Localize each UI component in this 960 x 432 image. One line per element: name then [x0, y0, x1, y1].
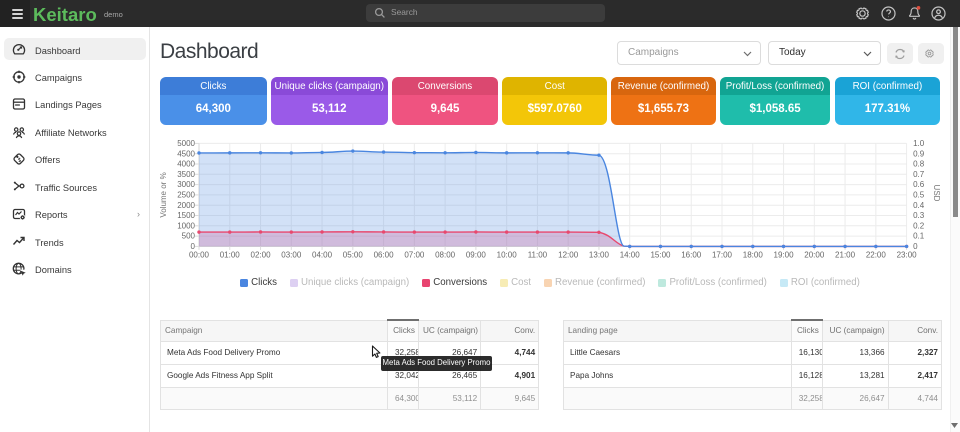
svg-text:07:00: 07:00 [404, 250, 425, 259]
svg-text:06:00: 06:00 [374, 250, 395, 259]
svg-text:2500: 2500 [177, 191, 195, 200]
svg-text:01:00: 01:00 [220, 250, 241, 259]
svg-text:05:00: 05:00 [343, 250, 364, 259]
svg-text:2000: 2000 [177, 201, 195, 210]
svg-text:08:00: 08:00 [435, 250, 456, 259]
svg-text:0.9: 0.9 [913, 149, 925, 158]
svg-text:0.1: 0.1 [913, 232, 925, 241]
svg-text:5000: 5000 [177, 139, 195, 148]
svg-text:0.6: 0.6 [913, 180, 925, 189]
svg-text:0.8: 0.8 [913, 160, 925, 169]
svg-text:02:00: 02:00 [251, 250, 272, 259]
svg-text:04:00: 04:00 [312, 250, 333, 259]
svg-text:0.4: 0.4 [913, 201, 925, 210]
svg-text:4500: 4500 [177, 149, 195, 158]
svg-text:0.5: 0.5 [913, 191, 925, 200]
svg-text:19:00: 19:00 [774, 250, 795, 259]
svg-text:3000: 3000 [177, 180, 195, 189]
svg-text:00:00: 00:00 [189, 250, 210, 259]
svg-text:12:00: 12:00 [558, 250, 579, 259]
svg-text:0.2: 0.2 [913, 221, 925, 230]
svg-text:1000: 1000 [177, 221, 195, 230]
svg-text:03:00: 03:00 [281, 250, 302, 259]
svg-text:16:00: 16:00 [681, 250, 702, 259]
svg-text:USD: USD [932, 185, 941, 202]
svg-text:11:00: 11:00 [528, 250, 548, 259]
svg-text:14:00: 14:00 [620, 250, 641, 259]
svg-text:10:00: 10:00 [497, 250, 518, 259]
svg-text:13:00: 13:00 [589, 250, 610, 259]
svg-text:4000: 4000 [177, 160, 195, 169]
svg-text:500: 500 [182, 232, 196, 241]
svg-text:0.3: 0.3 [913, 211, 925, 220]
svg-text:22:00: 22:00 [866, 250, 887, 259]
svg-text:1500: 1500 [177, 211, 195, 220]
svg-text:Volume or %: Volume or % [160, 172, 168, 217]
svg-text:15:00: 15:00 [650, 250, 671, 259]
svg-text:1.0: 1.0 [913, 139, 925, 148]
svg-text:21:00: 21:00 [835, 250, 856, 259]
svg-text:0.7: 0.7 [913, 170, 925, 179]
svg-text:18:00: 18:00 [743, 250, 764, 259]
svg-text:23:00: 23:00 [897, 250, 918, 259]
svg-text:3500: 3500 [177, 170, 195, 179]
svg-text:09:00: 09:00 [466, 250, 487, 259]
svg-text:20:00: 20:00 [804, 250, 825, 259]
svg-text:17:00: 17:00 [712, 250, 733, 259]
